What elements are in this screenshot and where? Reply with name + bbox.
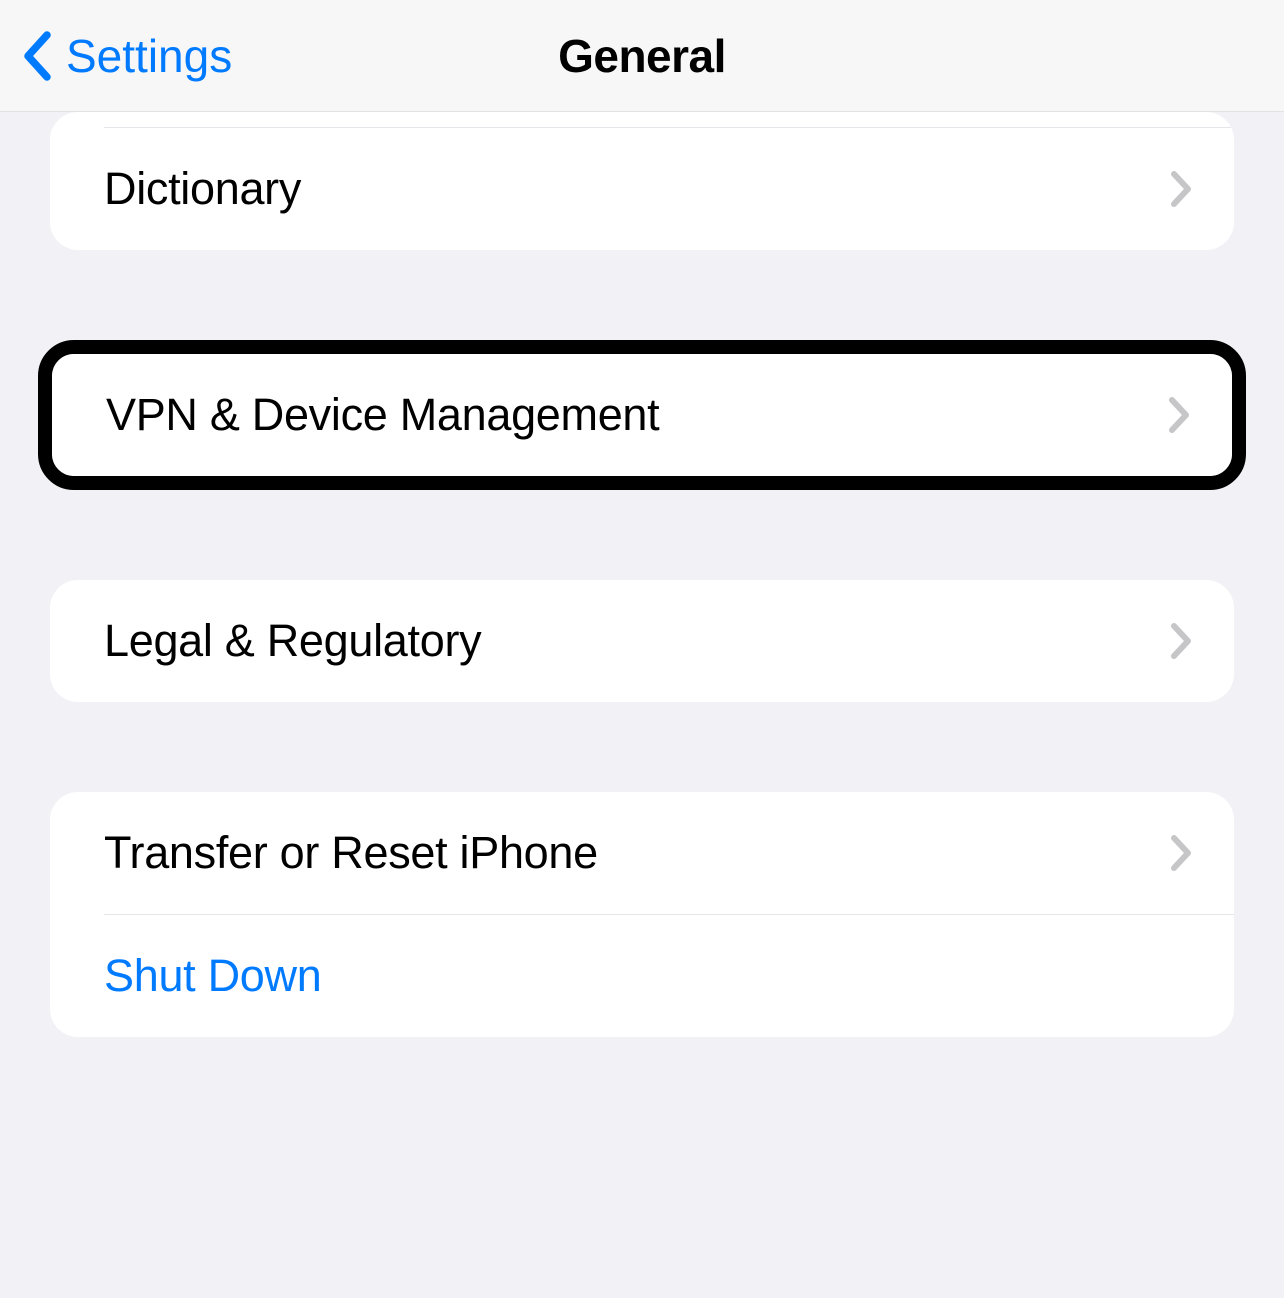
settings-content: Dictionary VPN & Device Management — [0, 112, 1284, 1037]
navigation-bar: Settings General — [0, 0, 1284, 112]
chevron-right-icon — [1168, 396, 1190, 434]
highlight-vpn: VPN & Device Management — [38, 340, 1246, 490]
back-label: Settings — [66, 29, 232, 83]
settings-group-legal: Legal & Regulatory — [50, 580, 1234, 702]
row-label: Shut Down — [104, 950, 321, 1002]
back-button[interactable]: Settings — [0, 29, 232, 83]
chevron-right-icon — [1170, 170, 1192, 208]
settings-group-vpn: VPN & Device Management — [52, 354, 1232, 476]
settings-group-top: Dictionary — [50, 112, 1234, 250]
row-vpn-device-management[interactable]: VPN & Device Management — [52, 354, 1232, 476]
row-label: VPN & Device Management — [106, 389, 659, 441]
chevron-right-icon — [1170, 622, 1192, 660]
settings-group-reset: Transfer or Reset iPhone Shut Down — [50, 792, 1234, 1037]
row-shut-down[interactable]: Shut Down — [50, 915, 1234, 1037]
row-transfer-reset[interactable]: Transfer or Reset iPhone — [50, 792, 1234, 914]
row-label: Transfer or Reset iPhone — [104, 827, 598, 879]
row-separator — [104, 112, 1234, 128]
row-legal-regulatory[interactable]: Legal & Regulatory — [50, 580, 1234, 702]
chevron-right-icon — [1170, 834, 1192, 872]
row-label: Dictionary — [104, 163, 301, 215]
row-label: Legal & Regulatory — [104, 615, 481, 667]
row-dictionary[interactable]: Dictionary — [50, 128, 1234, 250]
chevron-left-icon — [22, 31, 52, 81]
